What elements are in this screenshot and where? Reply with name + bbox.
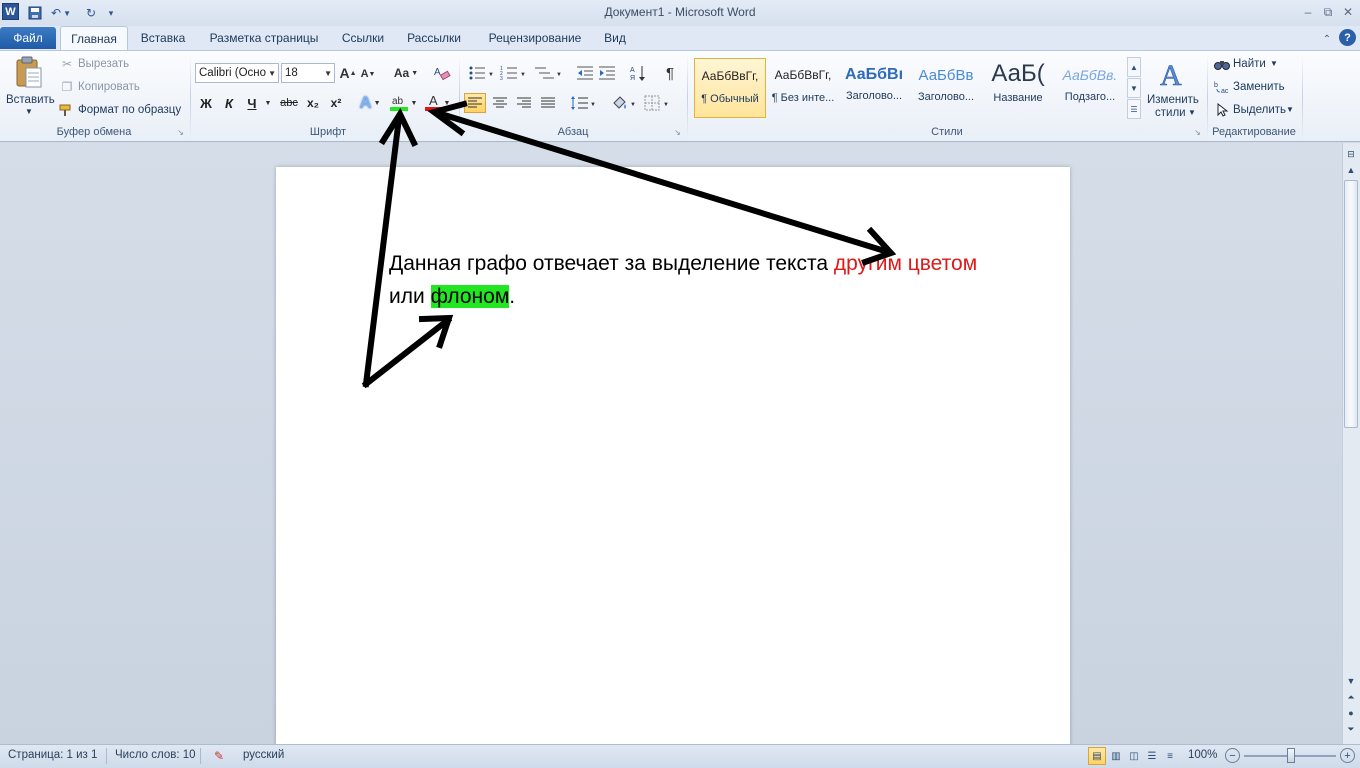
status-page[interactable]: Страница: 1 из 1 [8,749,97,761]
status-language[interactable]: русский [243,749,284,761]
status-separator [106,748,107,764]
previous-page-icon[interactable]: ⏶ [1345,690,1357,704]
scroll-up-icon[interactable]: ▲ [1345,163,1357,177]
zoom-level[interactable]: 100% [1188,749,1217,761]
scrollbar-thumb[interactable] [1344,180,1358,428]
zoom-out-icon[interactable]: − [1225,748,1240,763]
select-browse-object-icon[interactable]: ● [1345,706,1357,720]
status-separator [200,748,201,764]
status-words[interactable]: Число слов: 10 [115,749,196,761]
full-screen-reading-icon[interactable]: ▥ [1108,747,1124,765]
arrow-to-highlighted-text [361,315,453,389]
draft-view-icon[interactable]: ≡ [1162,747,1178,765]
arrow-font-color-to-text [434,109,892,256]
scroll-down-icon[interactable]: ▼ [1345,674,1357,688]
web-layout-icon[interactable]: ◫ [1126,747,1142,765]
zoom-slider-thumb[interactable] [1287,748,1295,763]
arrow-to-highlight-icon [362,114,403,388]
annotation-arrows [361,100,897,389]
zoom-in-icon[interactable]: + [1340,748,1355,763]
outline-view-icon[interactable]: ☰ [1144,747,1160,765]
ruler-toggle-icon[interactable]: ⊟ [1345,147,1357,161]
print-layout-view-icon[interactable]: ▤ [1088,747,1106,765]
proofing-icon[interactable]: ✎ [210,748,228,764]
next-page-icon[interactable]: ⏷ [1345,722,1357,736]
